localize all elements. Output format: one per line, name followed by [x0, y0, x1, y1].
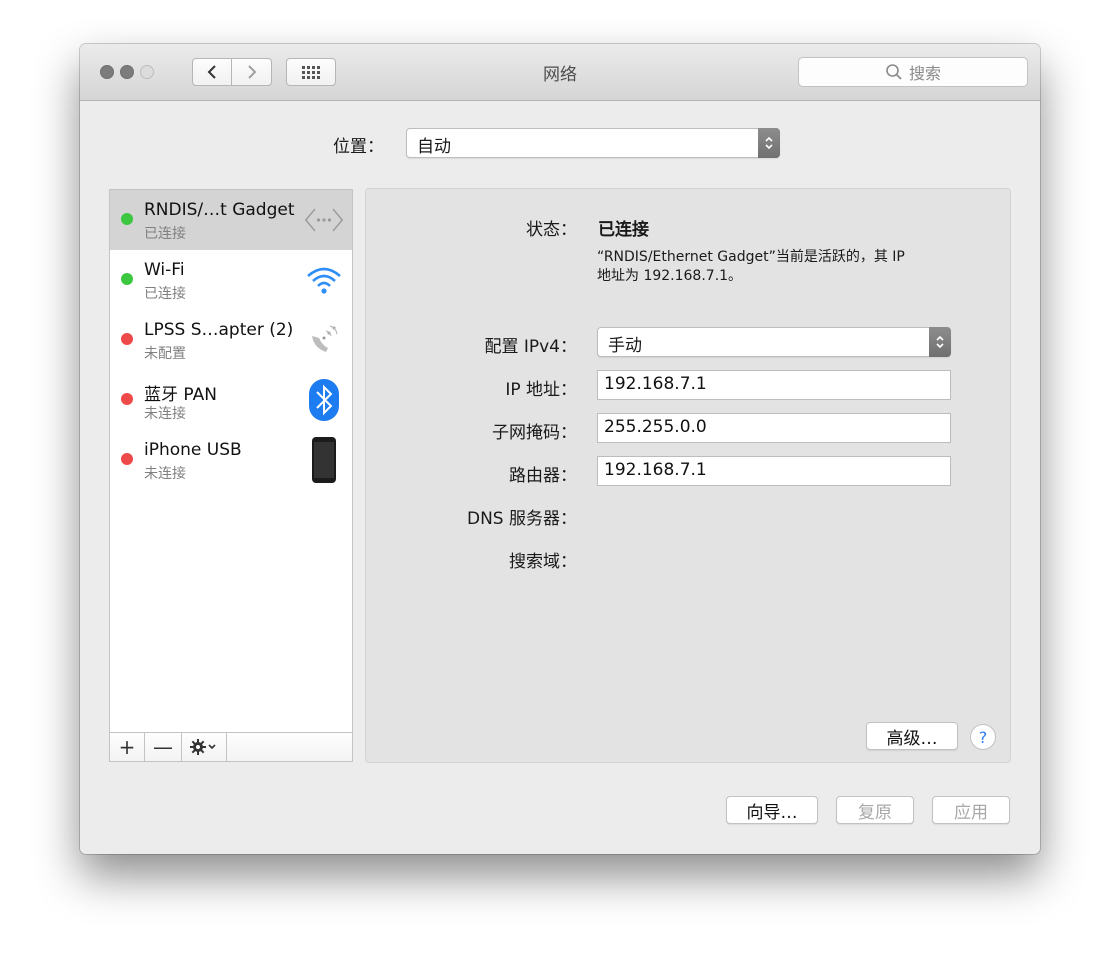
service-item-wifi[interactable]: Wi-Fi 已连接 [110, 250, 352, 310]
subnet-mask-label: 子网掩码： [492, 423, 577, 443]
search-domain-label: 搜索域： [509, 552, 577, 572]
service-name: LPSS S…apter (2) [144, 320, 294, 340]
configure-ipv4-label: 配置 IPv4： [484, 337, 577, 357]
service-status: 已连接 [144, 226, 186, 242]
service-item-bluetooth-pan[interactable]: 蓝牙 PAN 未连接 [110, 370, 352, 430]
service-name: iPhone USB [144, 440, 242, 460]
location-label: 位置： [333, 137, 384, 157]
ip-address-label: IP 地址： [505, 380, 577, 400]
popup-arrows-icon [758, 128, 780, 158]
service-status: 未连接 [144, 466, 186, 482]
router-label: 路由器： [509, 466, 577, 486]
service-item-rndis[interactable]: RNDIS/…t Gadget 已连接 [110, 190, 352, 250]
location-value: 自动 [417, 137, 451, 157]
ip-address-field[interactable]: 192.168.7.1 [597, 370, 951, 400]
configure-ipv4-value: 手动 [608, 336, 642, 356]
wifi-icon [304, 260, 344, 300]
advanced-button[interactable]: 高级… [866, 722, 958, 750]
bluetooth-icon [304, 379, 344, 421]
help-button[interactable]: ? [970, 724, 996, 750]
assist-me-button[interactable]: 向导… [726, 796, 818, 824]
router-field[interactable]: 192.168.7.1 [597, 456, 951, 486]
configure-ipv4-popup[interactable]: 手动 [597, 327, 951, 357]
location-popup[interactable]: 自动 [406, 128, 780, 158]
service-item-iphone-usb[interactable]: iPhone USB 未连接 [110, 430, 352, 490]
service-toolbar: + — [109, 732, 353, 762]
status-dot [121, 453, 133, 465]
status-dot [121, 333, 133, 345]
status-description-line1: “RNDIS/Ethernet Gadget”当前是活跃的，其 IP [597, 249, 905, 265]
status-dot [121, 273, 133, 285]
service-list[interactable]: RNDIS/…t Gadget 已连接 Wi-Fi 已连接 LPSS S…apt… [109, 189, 353, 762]
gear-icon [190, 739, 216, 755]
service-item-lpss[interactable]: LPSS S…apter (2) 未配置 [110, 310, 352, 370]
remove-service-button[interactable]: — [145, 733, 182, 761]
iphone-icon [304, 437, 344, 483]
status-description-line2: 地址为 192.168.7.1。 [597, 268, 743, 284]
status-value: 已连接 [598, 220, 649, 240]
search-icon [886, 64, 902, 80]
location-row: 位置： 自动 [80, 128, 1040, 160]
detail-panel: 状态： 已连接 “RNDIS/Ethernet Gadget”当前是活跃的，其 … [365, 188, 1011, 763]
apply-button[interactable]: 应用 [932, 796, 1010, 824]
service-status: 已连接 [144, 286, 186, 302]
service-status: 未连接 [144, 406, 186, 422]
dns-server-label: DNS 服务器： [466, 509, 577, 529]
gear-menu-button[interactable] [182, 733, 227, 761]
status-dot [121, 213, 133, 225]
status-dot [121, 393, 133, 405]
service-name: RNDIS/…t Gadget [144, 200, 295, 220]
title-bar: 网络 搜索 [80, 44, 1040, 101]
ethernet-icon [304, 200, 344, 240]
service-name: 蓝牙 PAN [144, 385, 217, 405]
search-placeholder: 搜索 [908, 64, 941, 83]
status-label: 状态： [526, 220, 577, 240]
phone-modem-icon [304, 320, 344, 360]
add-service-button[interactable]: + [110, 733, 145, 761]
service-status: 未配置 [144, 346, 186, 362]
subnet-mask-field[interactable]: 255.255.0.0 [597, 413, 951, 443]
service-name: Wi-Fi [144, 260, 185, 280]
search-field[interactable]: 搜索 [798, 57, 1028, 87]
popup-arrows-icon [929, 327, 951, 357]
network-preferences-window: 网络 搜索 位置： 自动 RNDIS/…t Gadget 已连接 Wi-Fi 已… [80, 44, 1040, 854]
revert-button[interactable]: 复原 [836, 796, 914, 824]
